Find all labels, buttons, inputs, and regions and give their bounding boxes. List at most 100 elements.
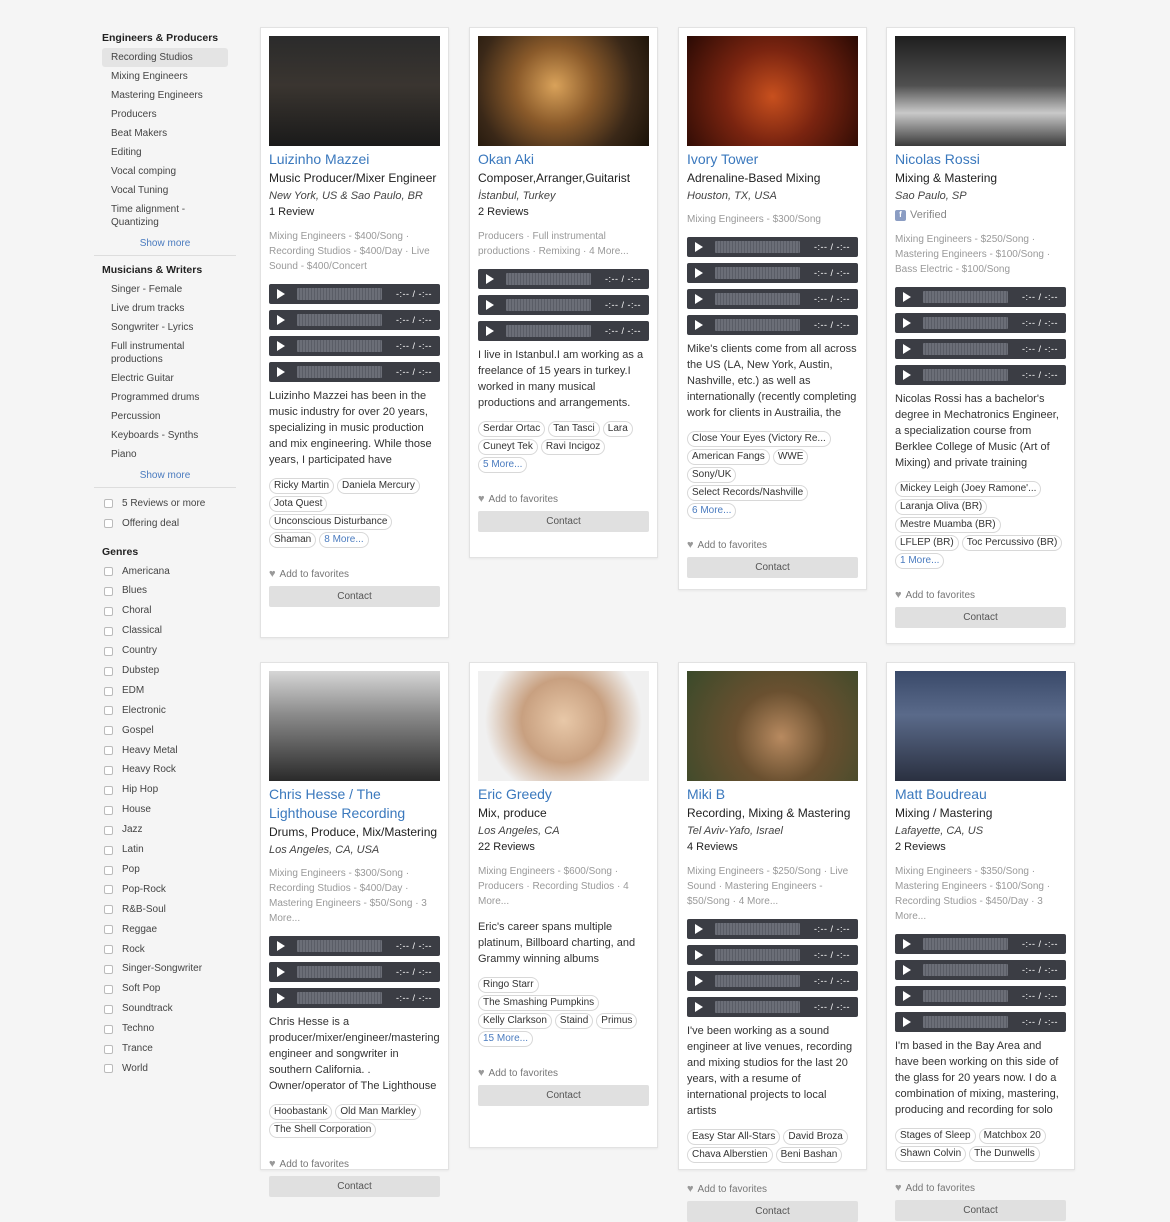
add-to-favorites[interactable]: ♥ Add to favorites — [895, 1182, 1066, 1194]
filter-singer-songwriter[interactable]: Singer-Songwriter — [94, 960, 236, 980]
checkbox[interactable] — [104, 965, 113, 975]
credit-tag[interactable]: Sony/UK — [687, 467, 737, 484]
more-credits-link[interactable]: 6 More... — [687, 503, 737, 520]
filter-rock[interactable]: Rock — [94, 940, 236, 960]
show-more-engineers[interactable]: Show more — [94, 232, 236, 253]
audio-player[interactable]: -:-- / -:-- — [895, 986, 1066, 1006]
waveform[interactable] — [923, 317, 1008, 329]
play-icon[interactable] — [903, 991, 911, 1001]
credit-tag[interactable]: The Shell Corporation — [269, 1122, 377, 1139]
waveform[interactable] — [715, 241, 800, 253]
audio-player[interactable]: -:-- / -:-- — [269, 336, 440, 356]
checkbox[interactable] — [104, 1044, 113, 1054]
audio-player[interactable]: -:-- / -:-- — [687, 289, 858, 309]
credit-tag[interactable]: Chava Alberstien — [687, 1147, 773, 1164]
sidebar-item-mastering-engineers[interactable]: Mastering Engineers — [94, 86, 236, 105]
credit-tag[interactable]: Shaman — [269, 532, 317, 549]
checkbox[interactable] — [104, 607, 113, 616]
waveform[interactable] — [715, 949, 800, 961]
credit-tag[interactable]: Laranja Oliva (BR) — [895, 499, 988, 516]
play-icon[interactable] — [695, 320, 703, 330]
play-icon[interactable] — [695, 268, 703, 278]
contact-button[interactable]: Contact — [687, 557, 858, 578]
checkbox[interactable] — [104, 706, 113, 716]
waveform[interactable] — [923, 938, 1008, 950]
artist-name[interactable]: Eric Greedy — [478, 785, 649, 804]
filter-trance[interactable]: Trance — [94, 1039, 236, 1059]
waveform[interactable] — [923, 990, 1008, 1002]
credit-tag[interactable]: Cuneyt Tek — [478, 439, 538, 456]
filter-techno[interactable]: Techno — [94, 1019, 236, 1039]
filter-jazz[interactable]: Jazz — [94, 820, 236, 840]
artist-photo[interactable] — [687, 36, 858, 146]
review-count[interactable]: 22 Reviews — [478, 839, 649, 856]
waveform[interactable] — [715, 293, 800, 305]
credit-tag[interactable]: Lara — [602, 421, 633, 438]
waveform[interactable] — [715, 267, 800, 279]
sidebar-item-vocal-comping[interactable]: Vocal comping — [94, 162, 236, 181]
credit-tag[interactable]: Mickey Leigh (Joey Ramone'... — [895, 481, 1042, 498]
audio-player[interactable]: -:-- / -:-- — [687, 919, 858, 939]
checkbox[interactable] — [104, 746, 113, 756]
add-to-favorites[interactable]: ♥ Add to favorites — [269, 568, 440, 580]
sidebar-item-recording-studios[interactable]: Recording Studios — [102, 48, 228, 67]
credit-tag[interactable]: Shawn Colvin — [895, 1146, 967, 1163]
audio-player[interactable]: -:-- / -:-- — [687, 315, 858, 335]
waveform[interactable] — [297, 288, 382, 300]
filter-blues[interactable]: Blues — [94, 582, 236, 602]
play-icon[interactable] — [903, 939, 911, 949]
waveform[interactable] — [297, 940, 382, 952]
artist-name[interactable]: Luizinho Mazzei — [269, 150, 440, 169]
checkbox[interactable] — [104, 567, 113, 577]
audio-player[interactable]: -:-- / -:-- — [269, 936, 440, 956]
audio-player[interactable]: -:-- / -:-- — [687, 997, 858, 1017]
credit-tag[interactable]: Staind — [554, 1013, 594, 1030]
audio-player[interactable]: -:-- / -:-- — [269, 362, 440, 382]
checkbox[interactable] — [104, 984, 113, 994]
waveform[interactable] — [923, 964, 1008, 976]
credit-tag[interactable]: Kelly Clarkson — [478, 1013, 552, 1030]
play-icon[interactable] — [903, 370, 911, 380]
add-to-favorites[interactable]: ♥ Add to favorites — [895, 589, 1066, 601]
filter-heavy-metal[interactable]: Heavy Metal — [94, 741, 236, 761]
play-icon[interactable] — [695, 242, 703, 252]
filter-reggae[interactable]: Reggae — [94, 920, 236, 940]
filter-dubstep[interactable]: Dubstep — [94, 661, 236, 681]
sidebar-item-percussion[interactable]: Percussion — [94, 407, 236, 426]
audio-player[interactable]: -:-- / -:-- — [895, 960, 1066, 980]
checkbox[interactable] — [104, 666, 113, 676]
play-icon[interactable] — [486, 274, 494, 284]
artist-photo[interactable] — [478, 671, 649, 781]
add-to-favorites[interactable]: ♥ Add to favorites — [687, 539, 858, 551]
filter-americana[interactable]: Americana — [94, 562, 236, 582]
credit-tag[interactable]: Old Man Markley — [335, 1104, 421, 1121]
credit-tag[interactable]: Toc Percussivo (BR) — [961, 535, 1063, 552]
audio-player[interactable]: -:-- / -:-- — [478, 269, 649, 289]
checkbox[interactable] — [104, 865, 113, 875]
contact-button[interactable]: Contact — [269, 586, 440, 607]
checkbox[interactable] — [104, 805, 113, 815]
sidebar-item-beat-makers[interactable]: Beat Makers — [94, 124, 236, 143]
filter-world[interactable]: World — [94, 1059, 236, 1079]
filter-pop-rock[interactable]: Pop-Rock — [94, 880, 236, 900]
play-icon[interactable] — [486, 326, 494, 336]
sidebar-item-singer-female[interactable]: Singer - Female — [94, 280, 236, 299]
contact-button[interactable]: Contact — [687, 1201, 858, 1222]
checkbox[interactable] — [104, 766, 113, 776]
checkbox[interactable] — [104, 905, 113, 915]
waveform[interactable] — [715, 319, 800, 331]
artist-name[interactable]: Miki B — [687, 785, 858, 804]
waveform[interactable] — [715, 1001, 800, 1013]
sidebar-item-songwriter-lyrics[interactable]: Songwriter - Lyrics — [94, 318, 236, 337]
credit-tag[interactable]: Ringo Starr — [478, 977, 539, 994]
artist-photo[interactable] — [895, 36, 1066, 146]
audio-player[interactable]: -:-- / -:-- — [269, 988, 440, 1008]
credit-tag[interactable]: Close Your Eyes (Victory Re... — [687, 431, 831, 448]
checkbox[interactable] — [104, 646, 113, 656]
filter-electronic[interactable]: Electronic — [94, 701, 236, 721]
audio-player[interactable]: -:-- / -:-- — [687, 237, 858, 257]
filter-gospel[interactable]: Gospel — [94, 721, 236, 741]
audio-player[interactable]: -:-- / -:-- — [895, 934, 1066, 954]
sidebar-item-time-alignment-quantizing[interactable]: Time alignment - Quantizing — [94, 200, 236, 232]
audio-player[interactable]: -:-- / -:-- — [687, 971, 858, 991]
